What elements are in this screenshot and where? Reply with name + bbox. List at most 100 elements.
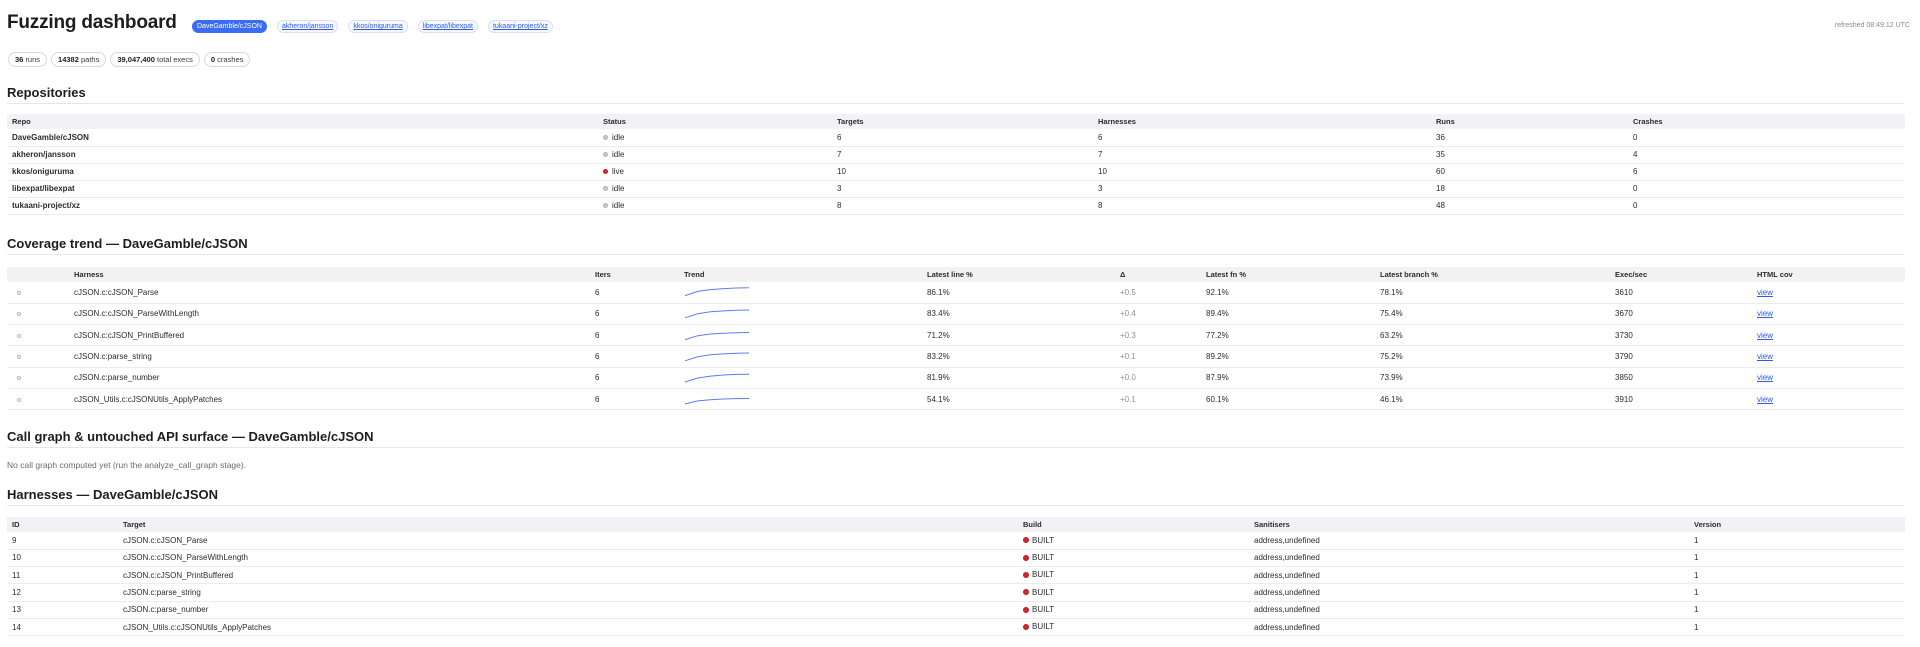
html-cov-cell: view [1752, 303, 1905, 326]
build-status-badge: BUILT [1023, 588, 1054, 597]
harness-name: cJSON.c:cJSON_PrintBuffered [69, 324, 590, 347]
latest-line-pct: 86.1% [922, 282, 1115, 304]
table-row[interactable]: akheron/jansson idle 7 7 35 4 [7, 146, 1905, 164]
latest-line-pct: 83.4% [922, 303, 1115, 326]
repo-targets: 10 [832, 163, 1093, 181]
table-row[interactable]: libexpat/libexpat idle 3 3 18 0 [7, 180, 1905, 198]
stat-runs-label: runs [25, 55, 41, 64]
refreshed-timestamp: refreshed 08:49:12 UTC [1834, 22, 1910, 29]
harness-name: cJSON.c:cJSON_Parse [69, 282, 590, 304]
view-coverage-link[interactable]: view [1757, 352, 1773, 361]
table-row[interactable]: kkos/oniguruma live 10 10 60 6 [7, 163, 1905, 181]
table-row: cJSON.c:parse_string 6 83.2% +0.1 89.2% 75.2%… [7, 345, 1905, 368]
repo-runs: 60 [1431, 163, 1628, 181]
exec-per-sec: 3850 [1610, 367, 1752, 389]
stat-paths-value: 14382 [58, 55, 79, 64]
repo-tab-libexpat[interactable]: libexpat/libexpat [417, 20, 478, 33]
stat-crashes: 0 crashes [203, 52, 251, 67]
latest-fn-pct: 89.4% [1201, 303, 1375, 326]
view-coverage-link[interactable]: view [1757, 373, 1773, 382]
table-row: cJSON.c:parse_number 6 81.9% +0.0 87.9% 73.9%… [7, 367, 1905, 389]
harness-target: cJSON.c:cJSON_PrintBuffered [118, 566, 1018, 585]
repo-crashes: 0 [1628, 180, 1905, 198]
trend-line [684, 309, 750, 319]
harness-sanitisers: address,undefined [1249, 549, 1689, 568]
harness-iters: 6 [590, 345, 679, 368]
col-html-cov: HTML cov [1752, 267, 1905, 282]
section-divider [7, 447, 1904, 448]
repo-tab-cjson[interactable]: DaveGamble/cJSON [192, 20, 267, 33]
view-coverage-link[interactable]: view [1757, 395, 1773, 404]
repo-tab-xz[interactable]: tukaani-project/xz [487, 20, 553, 33]
repo-harnesses: 10 [1093, 163, 1431, 181]
table-row[interactable]: tukaani-project/xz idle 8 8 48 0 [7, 197, 1905, 215]
harness-iters: 6 [590, 324, 679, 347]
row-toggle-icon[interactable] [17, 333, 21, 338]
harness-id: 12 [7, 583, 118, 602]
row-toggle-icon[interactable] [17, 376, 21, 381]
exec-per-sec: 3610 [1610, 282, 1752, 304]
harness-iters: 6 [590, 367, 679, 389]
delta-value: +0.5 [1115, 282, 1201, 304]
col-latest-fn: Latest fn % [1201, 267, 1375, 282]
html-cov-cell: view [1752, 324, 1905, 347]
table-row[interactable]: DaveGamble/cJSON idle 6 6 36 0 [7, 129, 1905, 147]
delta-value: +0.4 [1115, 303, 1201, 326]
harness-name: cJSON_Utils.c:cJSONUtils_ApplyPatches [69, 388, 590, 411]
repo-targets: 6 [832, 129, 1093, 147]
build-status-badge: BUILT [1023, 605, 1054, 614]
trend-cell [679, 324, 922, 347]
status-badge: idle [603, 201, 624, 210]
table-row: 13 cJSON.c:parse_number BUILT address,undef… [7, 601, 1905, 619]
repo-runs: 36 [1431, 129, 1628, 147]
repo-tabs: DaveGamble/cJSON akheron/jansson kkos/on… [192, 20, 553, 33]
harness-version: 1 [1689, 583, 1905, 602]
repo-name: tukaani-project/xz [7, 197, 598, 215]
trend-line [684, 287, 750, 297]
col-crashes: Crashes [1628, 114, 1905, 129]
row-toggle-icon[interactable] [17, 397, 21, 402]
repo-targets: 3 [832, 180, 1093, 198]
trend-cell [679, 388, 922, 411]
stat-execs-label: total execs [156, 55, 193, 64]
harness-version: 1 [1689, 601, 1905, 619]
trend-line [684, 332, 750, 341]
table-header-row: ID Target Build Sanitisers Version [7, 517, 1905, 532]
col-latest-branch: Latest branch % [1375, 267, 1610, 282]
harness-target: cJSON_Utils.c:cJSONUtils_ApplyPatches [118, 618, 1018, 637]
table-header-row: Repo Status Targets Harnesses Runs Crash… [7, 114, 1905, 129]
view-coverage-link[interactable]: view [1757, 309, 1773, 318]
repo-status: idle [598, 129, 832, 147]
col-select [7, 267, 69, 282]
col-status: Status [598, 114, 832, 129]
build-status-label: BUILT [1032, 605, 1055, 615]
row-toggle-icon[interactable] [17, 290, 21, 295]
html-cov-cell: view [1752, 345, 1905, 368]
delta-value: +0.1 [1115, 345, 1201, 368]
row-toggle-icon[interactable] [17, 312, 21, 317]
harness-id: 9 [7, 532, 118, 550]
latest-line-pct: 83.2% [922, 345, 1115, 368]
table-row: 14 cJSON_Utils.c:cJSONUtils_ApplyPatches B… [7, 618, 1905, 637]
repo-harnesses: 7 [1093, 146, 1431, 164]
exec-per-sec: 3670 [1610, 303, 1752, 326]
repo-tab-oniguruma[interactable]: kkos/oniguruma [348, 20, 408, 33]
harness-version: 1 [1689, 566, 1905, 585]
harness-id: 13 [7, 601, 118, 619]
harnesses-heading: Harnesses — DaveGamble/cJSON [7, 487, 218, 502]
status-dot-icon [603, 152, 608, 157]
col-iters: Iters [590, 267, 679, 282]
repo-crashes: 6 [1628, 163, 1905, 181]
row-toggle-icon[interactable] [17, 355, 21, 360]
repo-tab-jansson[interactable]: akheron/jansson [276, 20, 339, 33]
row-select-cell [7, 324, 69, 347]
row-select-cell [7, 282, 69, 304]
status-badge: idle [603, 150, 624, 159]
row-select-cell [7, 367, 69, 389]
view-coverage-link[interactable]: view [1757, 331, 1773, 340]
view-coverage-link[interactable]: view [1757, 288, 1773, 297]
col-harness: Harness [69, 267, 590, 282]
harness-id: 10 [7, 549, 118, 568]
html-cov-cell: view [1752, 367, 1905, 389]
harness-version: 1 [1689, 532, 1905, 550]
